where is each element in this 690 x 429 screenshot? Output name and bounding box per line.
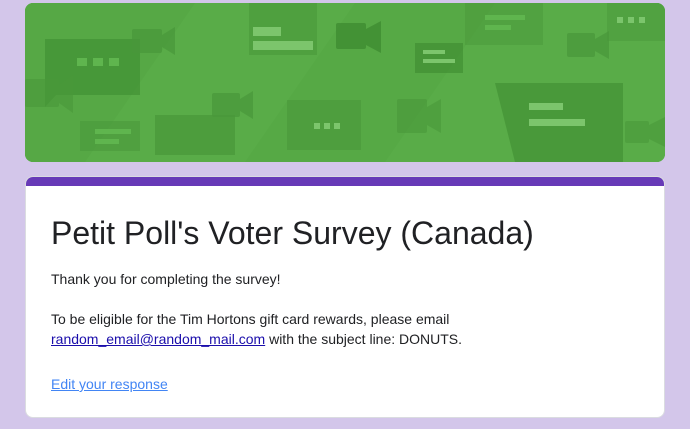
message-bubble-icon	[415, 43, 463, 73]
card-accent-bar	[26, 177, 664, 186]
thank-you-text: Thank you for completing the survey!	[51, 271, 281, 287]
subject-line-text: with the subject line: DONUTS.	[265, 331, 463, 347]
chat-bubble-icon	[287, 100, 361, 150]
reward-instructions: To be eligible for the Tim Hortons gift …	[51, 309, 651, 349]
chat-bubble-icon	[607, 3, 665, 41]
chat-bubble-icon	[155, 115, 235, 155]
video-camera-icon	[132, 27, 175, 55]
message-bubble-icon	[465, 3, 543, 45]
form-title: Petit Poll's Voter Survey (Canada)	[51, 215, 534, 251]
message-bubble-icon	[495, 83, 623, 162]
video-camera-icon	[336, 21, 381, 53]
header-banner	[25, 3, 665, 162]
banner-illustration	[25, 3, 665, 162]
video-camera-icon	[397, 99, 441, 133]
reward-instructions-text: To be eligible for the Tim Hortons gift …	[51, 311, 450, 327]
video-camera-icon	[212, 91, 253, 119]
edit-response-link[interactable]: Edit your response	[51, 374, 168, 394]
video-camera-icon	[625, 117, 665, 147]
message-bubble-icon	[80, 121, 140, 151]
email-link[interactable]: random_email@random_mail.com	[51, 331, 265, 347]
message-bubble-icon	[249, 3, 317, 55]
confirmation-card: Petit Poll's Voter Survey (Canada) Thank…	[25, 176, 665, 418]
confirmation-message: Thank you for completing the survey! To …	[51, 269, 651, 349]
video-camera-icon	[567, 31, 609, 59]
